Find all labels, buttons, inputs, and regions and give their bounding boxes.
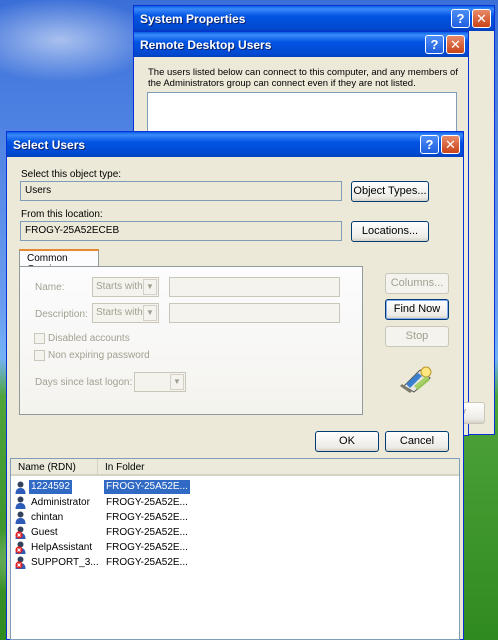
location-field: FROGY-25A52ECEB xyxy=(20,221,342,241)
window-title: Select Users xyxy=(13,138,86,152)
table-row[interactable]: 1224592 FROGY-25A52E... xyxy=(13,480,453,495)
user-icon xyxy=(15,496,26,509)
ok-button[interactable]: OK xyxy=(315,431,379,452)
name-label: Name: xyxy=(35,282,65,293)
disabled-user-icon xyxy=(15,526,26,539)
row-folder: FROGY-25A52E... xyxy=(106,542,188,553)
days-since-logon-label: Days since last logon: xyxy=(35,377,133,388)
description-label: Description: xyxy=(35,309,88,320)
name-combo[interactable]: Starts with ▼ xyxy=(92,277,159,297)
rdu-description: The users listed below can connect to th… xyxy=(148,67,458,89)
table-row[interactable]: HelpAssistant FROGY-25A52E... xyxy=(13,540,453,555)
row-folder: FROGY-25A52E... xyxy=(106,557,188,568)
close-button[interactable]: ✕ xyxy=(472,9,491,28)
row-name: 1224592 xyxy=(29,480,72,494)
row-folder: FROGY-25A52E... xyxy=(106,497,188,508)
disabled-accounts-checkbox[interactable] xyxy=(34,333,45,344)
location-label: From this location: xyxy=(21,209,103,220)
object-type-label: Select this object type: xyxy=(21,169,122,180)
description-combo[interactable]: Starts with ▼ xyxy=(92,303,159,323)
disabled-accounts-label: Disabled accounts xyxy=(48,333,130,344)
row-folder: FROGY-25A52E... xyxy=(106,527,188,538)
name-combo-value: Starts with xyxy=(96,281,143,292)
row-folder: FROGY-25A52E... xyxy=(106,512,188,523)
close-button[interactable]: ✕ xyxy=(441,135,460,154)
row-name: SUPPORT_3... xyxy=(31,557,99,568)
search-flashlight-icon xyxy=(400,366,432,393)
system-properties-titlebar[interactable]: System Properties ? ✕ xyxy=(134,6,494,31)
help-button[interactable]: ? xyxy=(425,35,444,54)
description-combo-value: Starts with xyxy=(96,307,143,318)
column-header-name[interactable]: Name (RDN) xyxy=(11,459,98,476)
column-header-folder[interactable]: In Folder xyxy=(98,459,459,476)
non-expiring-checkbox[interactable] xyxy=(34,350,45,361)
non-expiring-label: Non expiring password xyxy=(48,350,150,361)
help-button[interactable]: ? xyxy=(420,135,439,154)
window-title: Remote Desktop Users xyxy=(140,38,272,52)
days-since-logon-combo[interactable]: ▼ xyxy=(134,372,186,392)
object-types-button[interactable]: Object Types... xyxy=(351,181,429,202)
description-input[interactable] xyxy=(169,303,340,323)
row-folder: FROGY-25A52E... xyxy=(104,480,190,494)
table-row[interactable]: SUPPORT_3... FROGY-25A52E... xyxy=(13,555,453,570)
user-icon xyxy=(15,481,26,494)
remote-desktop-users-titlebar[interactable]: Remote Desktop Users ? ✕ xyxy=(134,32,468,57)
table-row[interactable]: Guest FROGY-25A52E... xyxy=(13,525,453,540)
stop-button[interactable]: Stop xyxy=(385,326,449,347)
row-name: Administrator xyxy=(31,497,90,508)
table-row[interactable]: chintan FROGY-25A52E... xyxy=(13,510,453,525)
chevron-down-icon: ▼ xyxy=(170,374,184,390)
tab-common-queries[interactable]: Common Queries xyxy=(19,249,99,275)
user-icon xyxy=(15,511,26,524)
cancel-button[interactable]: Cancel xyxy=(385,431,449,452)
row-name: Guest xyxy=(31,527,58,538)
disabled-user-icon xyxy=(15,541,26,554)
close-button[interactable]: ✕ xyxy=(446,35,465,54)
help-button[interactable]: ? xyxy=(451,9,470,28)
select-users-titlebar[interactable]: Select Users ? ✕ xyxy=(7,132,463,157)
chevron-down-icon: ▼ xyxy=(143,305,157,321)
search-results-list[interactable]: Name (RDN) In Folder 1224592 FROGY-25A52E… xyxy=(10,458,460,640)
chevron-down-icon: ▼ xyxy=(143,279,157,295)
disabled-user-icon xyxy=(15,556,26,569)
find-now-button[interactable]: Find Now xyxy=(385,299,449,320)
row-name: chintan xyxy=(31,512,64,523)
object-type-field: Users xyxy=(20,181,342,201)
row-name: HelpAssistant xyxy=(31,542,93,553)
locations-button[interactable]: Locations... xyxy=(351,221,429,242)
window-title: System Properties xyxy=(140,12,246,26)
columns-button[interactable]: Columns... xyxy=(385,273,449,294)
name-input[interactable] xyxy=(169,277,340,297)
table-row[interactable]: Administrator FROGY-25A52E... xyxy=(13,495,453,510)
